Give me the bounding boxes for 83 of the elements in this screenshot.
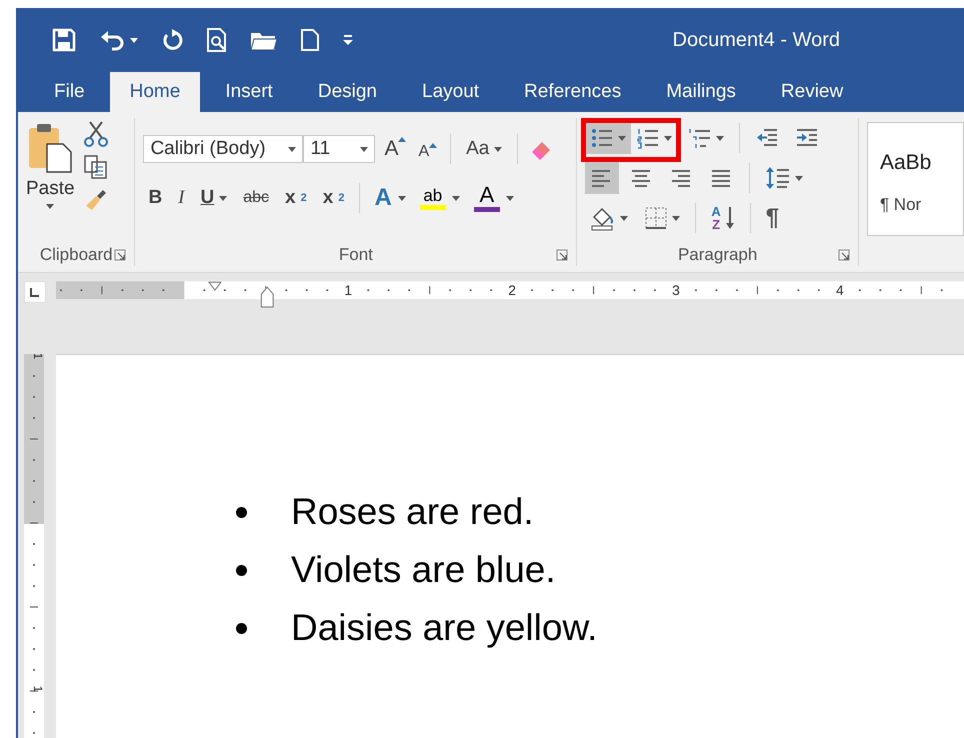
ribbon-tab[interactable]: File [34, 72, 105, 112]
dialog-launcher-icon[interactable] [556, 249, 568, 261]
ruler-number: 2 [508, 282, 516, 298]
bullet-icon [236, 564, 247, 576]
ruler-number: 1 [31, 354, 44, 360]
first-line-indent-marker[interactable] [208, 282, 222, 291]
dialog-launcher-icon[interactable] [114, 249, 126, 261]
clipboard-icon [27, 122, 74, 174]
italic-button[interactable]: I [173, 185, 190, 211]
ruler-number: 4 [836, 282, 844, 298]
copy-icon[interactable] [82, 154, 109, 180]
ribbon-tab[interactable]: Design [298, 72, 397, 112]
sort-button[interactable]: A Z [706, 202, 740, 234]
caret-icon [716, 136, 724, 140]
group-label: Font [338, 245, 373, 265]
grow-font-button[interactable]: A [381, 137, 410, 161]
numbering-icon [636, 127, 660, 149]
caret-icon [672, 216, 680, 220]
tab-selector[interactable] [24, 281, 46, 303]
ruler-number: 1 [31, 686, 44, 692]
save-icon[interactable] [52, 28, 76, 52]
bullets-icon [590, 127, 614, 149]
ribbon-tab[interactable]: Mailings [646, 72, 756, 112]
caret-icon [288, 146, 296, 152]
paste-button[interactable]: Paste [26, 118, 75, 244]
caret-icon [46, 204, 54, 209]
ruler-number: 3 [672, 282, 680, 298]
ribbon-tab[interactable]: Home [110, 72, 200, 112]
ribbon-tab[interactable]: Layout [402, 72, 500, 112]
ribbon-tab[interactable]: Insert [205, 72, 293, 112]
caret-icon [130, 38, 138, 42]
effects-button[interactable]: A [370, 184, 410, 212]
bullet-icon [236, 506, 247, 518]
list-item-text: Roses are red. [291, 491, 534, 533]
bullets-button[interactable] [585, 122, 632, 154]
ruler-number: 1 [344, 282, 352, 298]
left-button[interactable] [585, 162, 620, 194]
superscript-button[interactable]: x$^{2}$ [318, 185, 350, 211]
triangle-icon [429, 142, 438, 148]
ribbon-tab[interactable]: References [504, 72, 642, 112]
font-color-button[interactable]: A [470, 182, 518, 214]
left-tab-icon [30, 288, 40, 296]
list-item-text: Daisies are yellow. [291, 607, 598, 649]
change-case-button[interactable]: Aa [461, 136, 508, 162]
down-arrow-icon [724, 205, 735, 231]
borders-icon [644, 206, 668, 230]
window-title: Document4 - Word [672, 28, 840, 52]
style-gallery-item[interactable]: AaBb ¶ Nor [866, 122, 964, 236]
multilevel-icon [688, 127, 712, 149]
caret-icon [398, 196, 406, 200]
ribbon-tab[interactable]: Review [760, 72, 864, 112]
triangle-icon [398, 137, 406, 142]
indent-icon [795, 127, 820, 149]
redo-icon[interactable] [162, 28, 184, 52]
font-size-field[interactable]: 11 [303, 135, 376, 163]
caret-icon [494, 146, 502, 152]
caret-icon [620, 216, 628, 220]
caret-icon [664, 136, 672, 140]
strike-button[interactable]: abc [238, 187, 274, 209]
customize-icon[interactable] [342, 34, 354, 46]
undo-icon [100, 29, 126, 51]
list-item-text: Violets are blue. [291, 549, 556, 591]
outdent-icon [755, 127, 780, 149]
dialog-launcher-icon[interactable] [838, 249, 850, 261]
caret-icon [219, 196, 228, 200]
caret-icon [506, 196, 514, 200]
show-marks-button[interactable]: ¶ [760, 202, 784, 234]
highlight-button[interactable]: ab [416, 184, 464, 212]
caret-icon [618, 136, 626, 140]
scissors-icon[interactable] [82, 120, 109, 148]
group-label: Clipboard [40, 245, 113, 265]
font-name-field[interactable]: Calibri (Body) [143, 135, 304, 163]
caret-icon [452, 196, 460, 200]
shrink-font-button[interactable]: A [415, 138, 440, 160]
line-spacing-icon [765, 165, 792, 191]
bold-button[interactable]: B [143, 185, 168, 211]
new-document-icon[interactable] [300, 28, 320, 52]
group-label: Paragraph [678, 245, 758, 265]
bullet-icon [236, 622, 247, 634]
print-preview-icon[interactable] [206, 27, 228, 53]
caret-icon [795, 176, 804, 180]
underline-button[interactable]: U [196, 185, 232, 211]
caret-icon [360, 146, 368, 152]
